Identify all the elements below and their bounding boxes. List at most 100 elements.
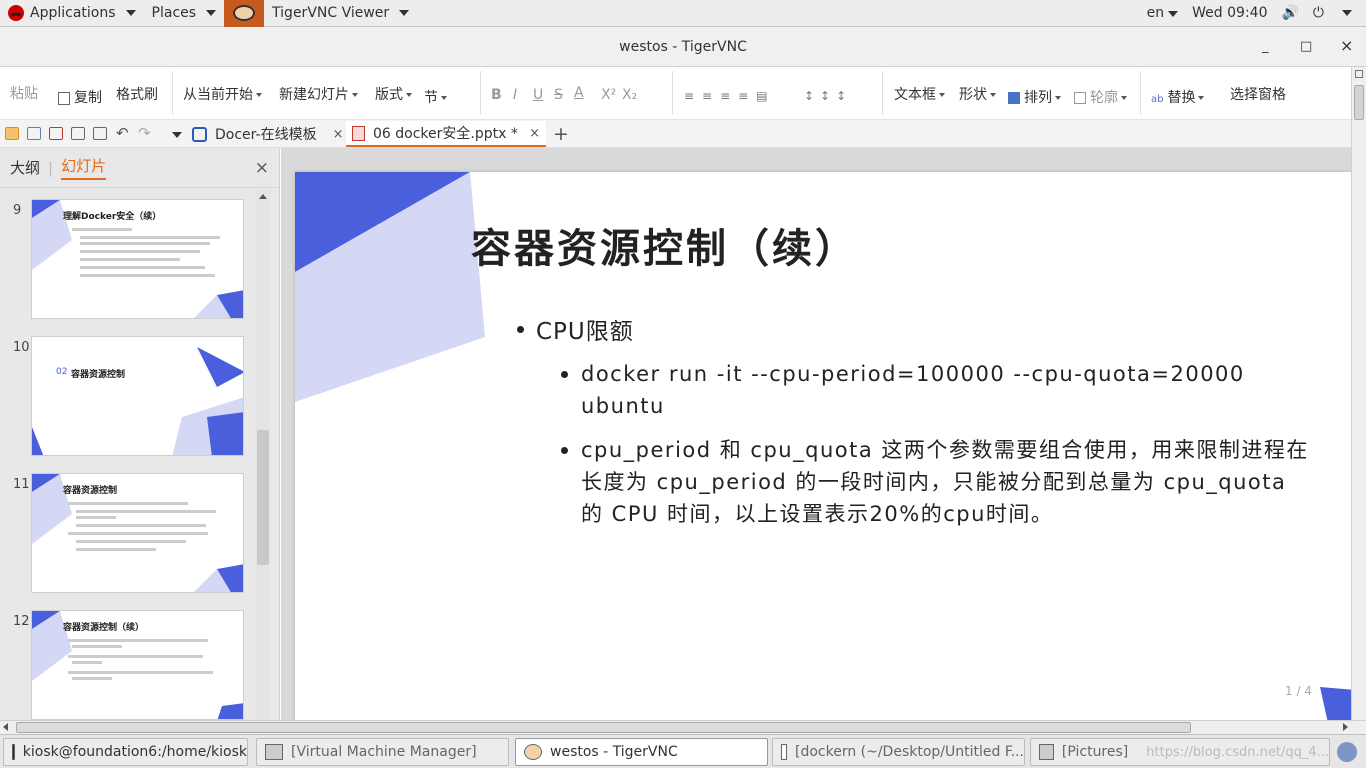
- current-slide[interactable]: 容器资源控制（续） CPU限额 docker run -it --cpu-per…: [295, 172, 1351, 720]
- layout-button[interactable]: 版式: [375, 84, 412, 104]
- task-label: [dockern (~/Desktop/Untitled F...: [794, 744, 1024, 760]
- shape-button[interactable]: 形状: [959, 84, 996, 104]
- bullet-dot: [561, 371, 568, 378]
- task-terminal[interactable]: kiosk@foundation6:/home/kiosk: [3, 738, 248, 766]
- scrollbar-thumb[interactable]: [16, 722, 1191, 733]
- power-icon[interactable]: ⏻: [1313, 5, 1324, 21]
- task-tigervnc[interactable]: westos - TigerVNC: [515, 738, 768, 766]
- scrollbar-thumb[interactable]: [1354, 85, 1364, 120]
- task-pictures[interactable]: [Pictures] https://blog.csdn.net/qq_4...: [1030, 738, 1330, 766]
- paste-button[interactable]: 粘贴: [10, 83, 38, 103]
- bullet-dot: [561, 447, 568, 454]
- panel-close-button[interactable]: ×: [255, 158, 269, 178]
- ribbon-divider: [672, 71, 673, 115]
- replace-button[interactable]: ab 替换: [1151, 87, 1205, 107]
- task-label: [Virtual Machine Manager]: [291, 744, 477, 760]
- print-icon[interactable]: [71, 127, 85, 140]
- underline-button[interactable]: U: [533, 87, 543, 103]
- tab-outline[interactable]: 大纲: [10, 157, 40, 178]
- scroll-left-icon[interactable]: [3, 723, 8, 731]
- copy-label: 复制: [74, 90, 102, 106]
- clock[interactable]: Wed 09:40: [1192, 5, 1267, 21]
- slide-thumbnail-12[interactable]: 容器资源控制（续）: [31, 610, 244, 720]
- scrollbar-thumb[interactable]: [257, 430, 269, 565]
- vertical-scrollbar[interactable]: [1351, 67, 1366, 720]
- superscript-button[interactable]: X²: [601, 87, 616, 103]
- maximize-button[interactable]: □: [1300, 39, 1312, 54]
- slide-number: 11: [13, 477, 30, 492]
- from-current-button[interactable]: 从当前开始: [183, 84, 262, 104]
- slide-bullet-explanation: cpu_period 和 cpu_quota 这两个参数需要组合使用，用来限制进…: [581, 438, 1309, 526]
- terminal-icon: [12, 744, 15, 760]
- scroll-up-icon[interactable]: [259, 194, 267, 199]
- slide-thumbnail-10[interactable]: 02 容器资源控制: [31, 336, 244, 456]
- font-color-button[interactable]: A: [574, 85, 584, 101]
- new-slide-label: 新建幻灯片: [279, 87, 349, 103]
- undo-icon[interactable]: ↶: [116, 124, 129, 142]
- tab-docer[interactable]: Docer-在线模板 ×: [186, 121, 349, 147]
- alignment-icons[interactable]: ≡≡≡≡▤: [684, 89, 776, 103]
- tab-close-button[interactable]: ×: [529, 126, 540, 141]
- select-pane-button[interactable]: 选择窗格: [1230, 84, 1286, 104]
- open-icon[interactable]: [5, 127, 19, 140]
- scroll-up-icon[interactable]: [1355, 70, 1363, 78]
- slide-thumbnail-11[interactable]: 容器资源控制: [31, 473, 244, 593]
- slide-thumbnail-9[interactable]: 理解Docker安全（续）: [31, 199, 244, 319]
- subscript-button[interactable]: X₂: [622, 87, 637, 103]
- arrange-icon: [1008, 92, 1020, 104]
- outline-button[interactable]: 轮廓: [1074, 87, 1127, 107]
- chevron-down-icon: [1121, 96, 1127, 100]
- new-slide-button[interactable]: 新建幻灯片: [279, 84, 358, 104]
- section-button[interactable]: 节: [424, 87, 447, 107]
- minimize-button[interactable]: _: [1262, 39, 1269, 54]
- export-pdf-icon[interactable]: [49, 127, 63, 140]
- task-virt-manager[interactable]: [Virtual Machine Manager]: [256, 738, 509, 766]
- new-tab-button[interactable]: +: [553, 123, 569, 145]
- chevron-down-icon: [125, 10, 136, 16]
- thumbnail-text-line: [80, 266, 205, 269]
- textbox-button[interactable]: 文本框: [894, 84, 945, 104]
- close-button[interactable]: ×: [1340, 36, 1353, 55]
- slides-panel-scrollbar[interactable]: [256, 190, 270, 720]
- format-painter-button[interactable]: 格式刷: [116, 84, 158, 104]
- scroll-right-icon[interactable]: [1343, 723, 1348, 731]
- places-menu[interactable]: Places: [144, 0, 225, 27]
- thumbnail-text-line: [68, 671, 213, 674]
- ribbon-toolbar: 粘贴 复制 格式刷 从当前开始 新建幻灯片 版式 节 B I U S A X² …: [0, 67, 1351, 120]
- volume-icon[interactable]: 🔊: [1281, 5, 1298, 21]
- tab-slides[interactable]: 幻灯片: [61, 155, 107, 180]
- outline-label: 轮廓: [1090, 90, 1118, 106]
- tab-close-button[interactable]: ×: [333, 127, 344, 142]
- panel-tab-divider: |: [48, 158, 54, 177]
- tab-pptx[interactable]: 06 docker安全.pptx * ×: [346, 121, 546, 147]
- app-menu[interactable]: TigerVNC Viewer: [264, 0, 417, 27]
- thumbnail-text-line: [68, 655, 203, 658]
- print-preview-icon[interactable]: [93, 127, 107, 140]
- chevron-down-icon[interactable]: [1342, 10, 1352, 16]
- workspace-indicator-icon[interactable]: [1337, 742, 1357, 762]
- ribbon-divider: [172, 71, 173, 115]
- horizontal-scrollbar[interactable]: [0, 720, 1366, 734]
- language-label: en: [1146, 5, 1165, 21]
- italic-button[interactable]: I: [513, 87, 517, 103]
- spacing-icons[interactable]: ↕↕↕: [804, 89, 852, 103]
- bold-button[interactable]: B: [491, 87, 502, 103]
- copy-button[interactable]: 复制: [58, 87, 102, 107]
- chevron-down-icon: [1055, 96, 1061, 100]
- thumbnail-text-line: [80, 250, 200, 253]
- chevron-down-icon[interactable]: [172, 132, 182, 138]
- slide-canvas: 容器资源控制（续） CPU限额 docker run -it --cpu-per…: [281, 148, 1351, 720]
- slide-number: 12: [13, 614, 30, 629]
- places-label: Places: [151, 5, 197, 21]
- arrange-button[interactable]: 排列: [1008, 87, 1061, 107]
- page-indicator: 1 / 4: [1285, 684, 1312, 698]
- save-icon[interactable]: [27, 127, 41, 140]
- bullet-dot: [517, 326, 524, 333]
- strike-button[interactable]: S: [554, 87, 563, 103]
- redo-icon[interactable]: ↷: [138, 124, 151, 142]
- thumbnail-title: 容器资源控制: [63, 486, 118, 496]
- ribbon-divider: [480, 71, 481, 115]
- language-indicator[interactable]: en: [1147, 5, 1179, 21]
- task-text-editor[interactable]: [dockern (~/Desktop/Untitled F...: [772, 738, 1025, 766]
- applications-menu[interactable]: Applications: [0, 0, 144, 27]
